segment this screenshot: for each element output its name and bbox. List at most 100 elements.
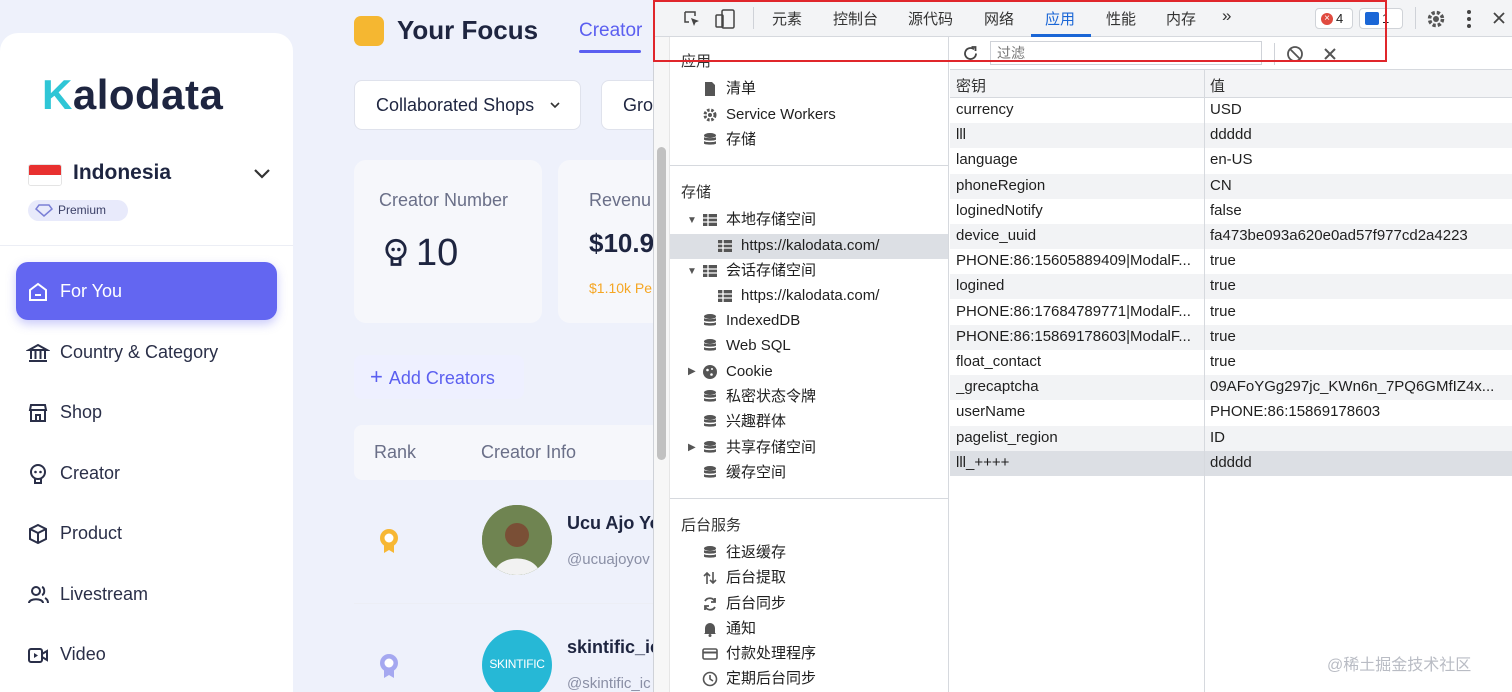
country-name: Indonesia bbox=[73, 161, 172, 184]
database-icon bbox=[704, 314, 716, 326]
kebab-menu-icon[interactable] bbox=[1466, 9, 1472, 29]
close-devtools-icon[interactable] bbox=[1492, 11, 1506, 25]
chevron-down-icon[interactable] bbox=[252, 165, 272, 186]
row-value: fa473be093a620e0ad57f977cd2a4223 bbox=[1210, 227, 1468, 244]
card-label: Creator Number bbox=[379, 190, 509, 210]
sidebar-item-label: Creator bbox=[60, 463, 121, 483]
tab-memory[interactable]: 内存 bbox=[1166, 8, 1196, 29]
section-storage: 存储 bbox=[681, 184, 712, 201]
table-row[interactable]: SKINTIFIC skintific_ic @skintific_ic bbox=[354, 605, 653, 692]
row-key: device_uuid bbox=[956, 227, 1037, 244]
table-row[interactable]: lll ddddd bbox=[950, 123, 1512, 149]
sidebar-item-video[interactable]: Video bbox=[16, 625, 277, 683]
tab-network[interactable]: 网络 bbox=[984, 8, 1014, 29]
expand-arrow-icon[interactable]: ▼ bbox=[687, 266, 697, 277]
collaborated-shops-select[interactable]: Collaborated Shops bbox=[354, 80, 581, 130]
sidebar-item-for-you[interactable]: For You bbox=[16, 262, 277, 320]
country-selector[interactable]: Indonesia bbox=[28, 161, 278, 189]
table-row[interactable]: currency USD bbox=[950, 98, 1512, 123]
row-key: PHONE:86:15869178603|ModalF... bbox=[956, 327, 1191, 345]
tab-sources[interactable]: 源代码 bbox=[908, 8, 953, 29]
row-value: USD bbox=[1210, 101, 1242, 118]
tab-underline bbox=[579, 50, 641, 53]
filter-bar: 过滤 bbox=[950, 37, 1512, 70]
video-icon bbox=[28, 648, 48, 663]
tab-creator[interactable]: Creator bbox=[579, 20, 642, 42]
add-creators-button[interactable]: + Add Creators bbox=[354, 355, 524, 399]
table-row[interactable]: pagelist_region ID bbox=[950, 425, 1512, 451]
sidebar-item-label: Shop bbox=[60, 402, 103, 422]
gear-icon bbox=[703, 108, 717, 122]
table-row[interactable]: lll_++++ ddddd bbox=[950, 450, 1512, 476]
clear-all-icon[interactable] bbox=[1286, 45, 1304, 63]
home-icon bbox=[29, 282, 47, 301]
table-row[interactable]: PHONE:86:15605889409|ModalF... true bbox=[950, 249, 1512, 274]
table-row[interactable]: language en-US bbox=[950, 148, 1512, 173]
expand-arrow-icon[interactable]: ▶ bbox=[688, 366, 696, 377]
row-key: pagelist_region bbox=[956, 428, 1058, 446]
sidebar-item-creator[interactable]: Creator bbox=[16, 444, 277, 502]
refresh-icon[interactable] bbox=[962, 45, 979, 62]
card-label: Revenu bbox=[589, 190, 652, 210]
col-key[interactable]: 密钥 bbox=[956, 75, 986, 96]
inspect-element-icon[interactable] bbox=[683, 10, 701, 28]
table-row[interactable]: PHONE:86:17684789771|ModalF... true bbox=[950, 300, 1512, 325]
database-icon bbox=[704, 466, 716, 478]
sidebar-item-livestream[interactable]: Livestream bbox=[16, 565, 277, 623]
tab-performance[interactable]: 性能 bbox=[1106, 8, 1136, 29]
row-key: lll_++++ bbox=[956, 453, 1010, 471]
messages-badge[interactable]: 1 bbox=[1359, 8, 1403, 29]
sidebar-item-country-category[interactable]: Country & Category bbox=[16, 323, 277, 381]
creator-icon bbox=[30, 464, 46, 484]
more-tabs-button[interactable]: » bbox=[1222, 6, 1231, 26]
kalodata-logo[interactable]: Kalodata bbox=[42, 71, 223, 119]
creator-name[interactable]: skintific_ic bbox=[567, 637, 653, 658]
table-row[interactable]: userName PHONE:86:15869178603 bbox=[950, 400, 1512, 425]
creator-number-value: 10 bbox=[416, 232, 459, 274]
creator-handle: @ucuajoyov bbox=[567, 551, 650, 568]
table-row[interactable]: loginedNotify false bbox=[950, 199, 1512, 224]
table-row[interactable]: _grecaptcha 09AFoYGg297jc_KWn6n_7PQ6GMfIZ… bbox=[950, 375, 1512, 401]
main-content: Your Focus Creator Collaborated Shops Gr… bbox=[293, 0, 653, 692]
device-toolbar-icon[interactable] bbox=[715, 9, 737, 29]
avatar[interactable] bbox=[482, 505, 552, 575]
row-value: PHONE:86:15869178603 bbox=[1210, 403, 1381, 421]
tab-elements[interactable]: 元素 bbox=[772, 8, 802, 29]
gear-icon[interactable] bbox=[1426, 9, 1446, 29]
toolbar-separator bbox=[1274, 43, 1275, 65]
clock-icon bbox=[702, 671, 718, 687]
avatar[interactable]: SKINTIFIC bbox=[482, 630, 552, 692]
tab-application[interactable]: 应用 bbox=[1045, 8, 1075, 29]
section-application: 应用 bbox=[681, 53, 712, 70]
sidebar-item-product[interactable]: Product bbox=[16, 504, 277, 562]
expand-arrow-icon[interactable]: ▶ bbox=[688, 442, 696, 453]
scrollbar[interactable] bbox=[654, 37, 670, 692]
table-row[interactable]: phoneRegion CN bbox=[950, 173, 1512, 199]
plus-icon: + bbox=[370, 364, 383, 389]
table-row[interactable]: logined true bbox=[950, 274, 1512, 300]
filter-input[interactable]: 过滤 bbox=[990, 41, 1262, 65]
scrollbar-thumb[interactable] bbox=[657, 147, 666, 460]
sidebar-item-shop[interactable]: Shop bbox=[16, 383, 277, 441]
table-row[interactable]: device_uuid fa473be093a620e0ad57f977cd2a4… bbox=[950, 224, 1512, 249]
col-value[interactable]: 值 bbox=[1210, 75, 1225, 96]
table-row[interactable]: float_contact true bbox=[950, 350, 1512, 375]
tree-divider bbox=[670, 498, 948, 499]
table-row[interactable]: Ucu Ajo Yo @ucuajoyov bbox=[354, 483, 653, 593]
sidebar-divider bbox=[0, 245, 293, 246]
expand-arrow-icon[interactable]: ▼ bbox=[687, 215, 697, 226]
table-icon bbox=[703, 265, 717, 277]
database-icon bbox=[704, 339, 716, 351]
sidebar-item-label: Livestream bbox=[60, 584, 149, 604]
row-value: 09AFoYGg297jc_KWn6n_7PQ6GMfIZ4x... bbox=[1210, 378, 1495, 396]
tab-console[interactable]: 控制台 bbox=[833, 8, 878, 29]
group-select[interactable]: Gro bbox=[601, 80, 653, 130]
row-value: ddddd bbox=[1210, 126, 1252, 144]
errors-badge[interactable]: × 4 bbox=[1315, 8, 1353, 29]
delete-selected-icon[interactable] bbox=[1323, 47, 1337, 61]
indonesia-flag-icon bbox=[28, 164, 62, 186]
table-row[interactable]: PHONE:86:15869178603|ModalF... true bbox=[950, 324, 1512, 350]
row-divider bbox=[354, 603, 653, 604]
creator-name[interactable]: Ucu Ajo Yo bbox=[567, 513, 653, 534]
sidebar-item-label: Product bbox=[60, 523, 123, 543]
